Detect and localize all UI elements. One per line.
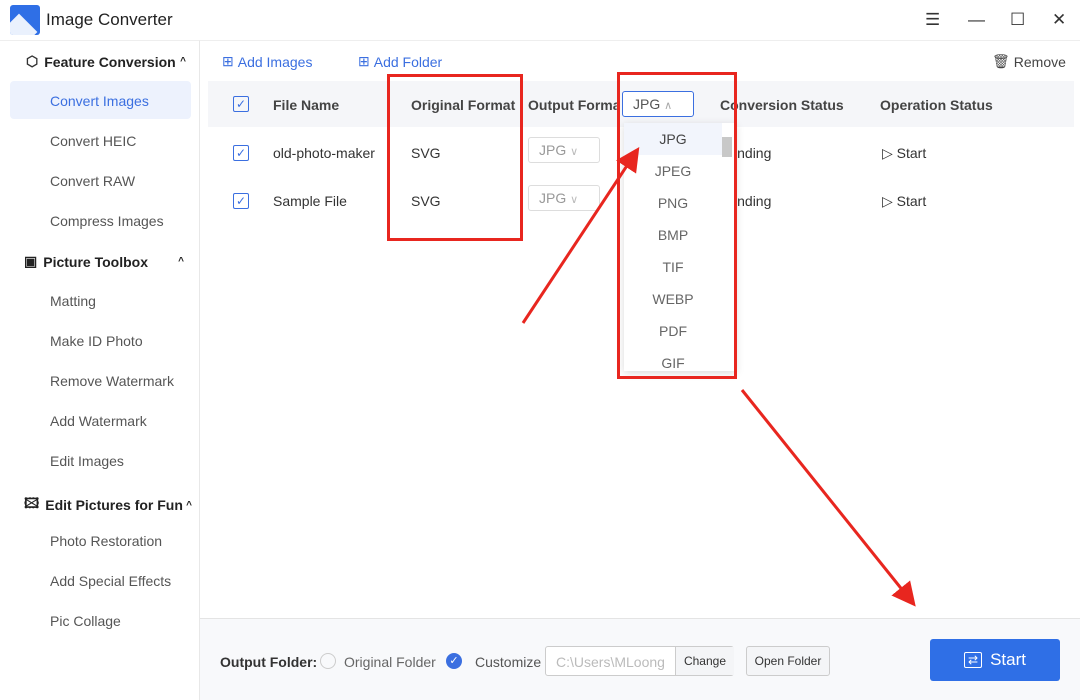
annotation-arrows <box>521 146 916 607</box>
annotation-arrow <box>740 389 916 607</box>
annotation-arrow <box>521 146 640 324</box>
